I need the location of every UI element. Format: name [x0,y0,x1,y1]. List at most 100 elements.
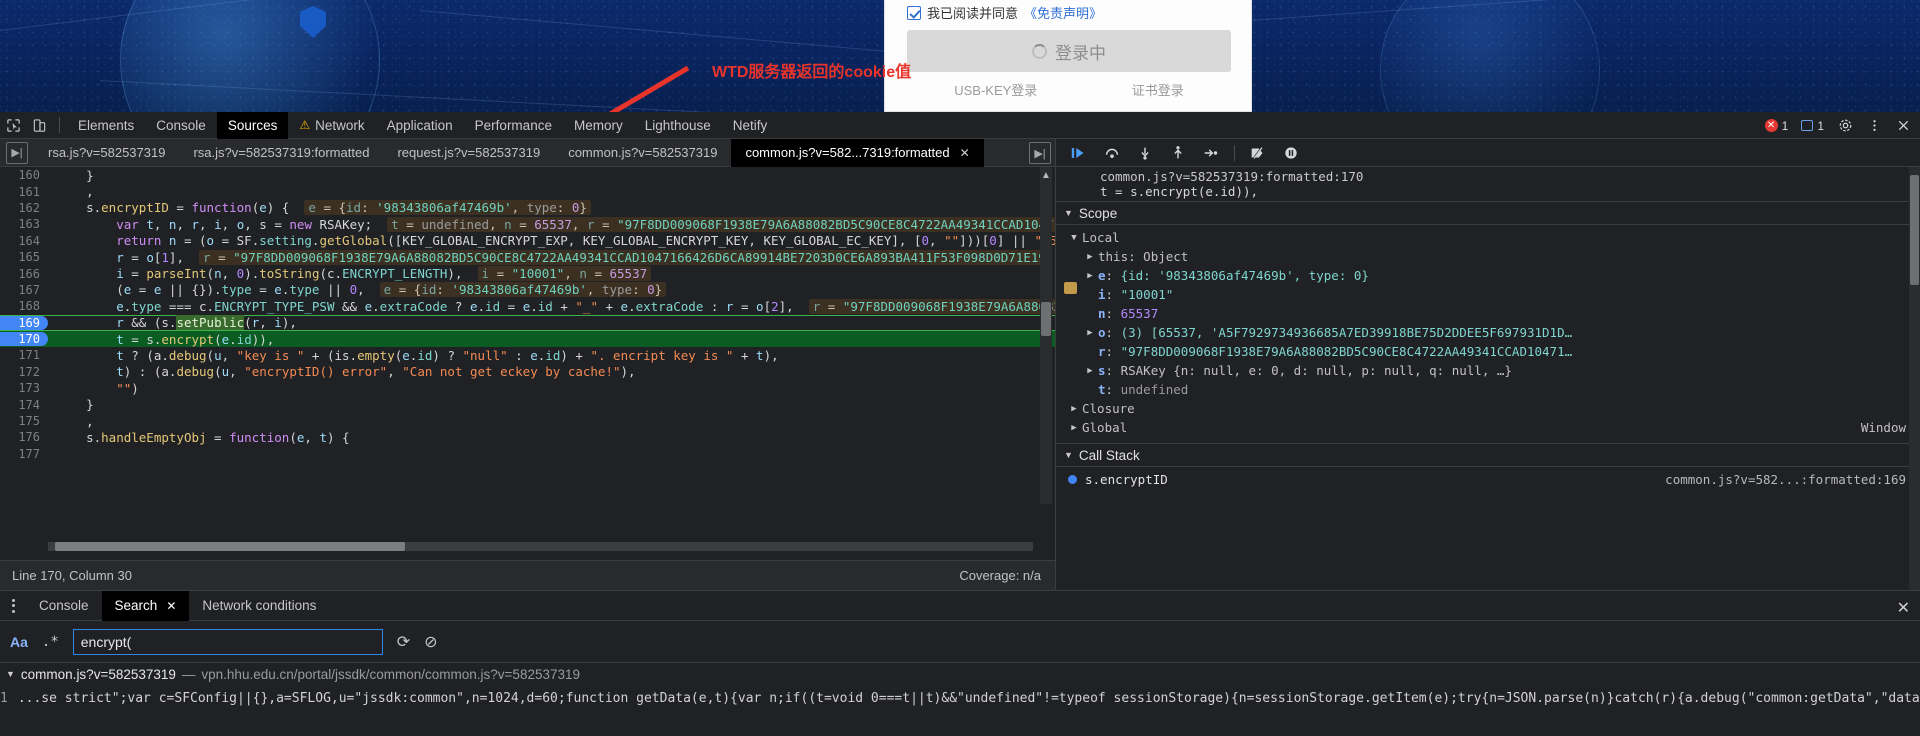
show-debugger-sidebar-icon[interactable]: ▶| [1029,142,1051,164]
scope-var-n[interactable]: n: 65537 [1056,304,1920,323]
more-vertical-icon[interactable] [1861,113,1887,139]
line-number[interactable]: 160 [0,168,48,182]
file-tab-rsa-formatted[interactable]: rsa.js?v=582537319:formatted [179,139,383,167]
line-number-breakpoint[interactable]: 169 [0,315,48,330]
scroll-up-icon[interactable]: ▲ [1041,170,1051,181]
search-input[interactable] [72,628,383,655]
source-code-editor[interactable]: 160 } 161 , 162 s.encryptID = function(e… [0,167,1055,504]
file-tab-common-formatted[interactable]: common.js?v=582...7319:formatted ✕ [731,138,984,167]
chevron-right-icon[interactable]: ▶ [1066,404,1082,414]
file-tab-request[interactable]: request.js?v=582537319 [383,139,554,167]
scope-var-i[interactable]: i: "10001" [1056,285,1920,304]
code-line: 172 t) : (a.debug(u, "encryptID() error"… [0,364,1055,380]
step-out-icon[interactable] [1163,141,1193,165]
more-tools-icon[interactable] [0,598,26,613]
line-number[interactable]: 173 [0,381,48,395]
scope-group-global[interactable]: ▶ Global Window [1056,418,1920,437]
panel-tab-netify[interactable]: Netify [722,112,779,139]
deactivate-breakpoints-icon[interactable] [1243,141,1273,165]
message-count-badge[interactable]: 1 [1796,117,1829,135]
device-toolbar-icon[interactable] [26,112,52,138]
line-number-current[interactable]: 170 [0,332,48,347]
chevron-right-icon[interactable]: ▶ [1082,271,1098,281]
line-number[interactable]: 164 [0,234,48,248]
inspect-icon[interactable] [0,112,26,138]
drawer-tab-console[interactable]: Console [26,591,102,621]
line-number[interactable]: 176 [0,430,48,444]
show-navigator-icon[interactable]: ▶| [6,141,28,164]
error-count-badge[interactable]: ✕ 1 [1760,117,1794,135]
refresh-icon[interactable]: ⟳ [397,632,410,652]
chevron-down-icon: ▼ [6,669,15,679]
regex-icon[interactable]: .* [42,634,59,650]
line-number[interactable]: 163 [0,217,48,231]
step-into-icon[interactable] [1130,141,1160,165]
line-number[interactable]: 177 [0,447,48,461]
line-number[interactable]: 167 [0,283,48,297]
pause-on-exceptions-icon[interactable] [1276,141,1306,165]
search-result-match[interactable]: 1 ...se strict";var c=SFConfig||{},a=SFL… [0,685,1920,711]
line-number[interactable]: 172 [0,365,48,379]
line-number[interactable]: 165 [0,250,48,264]
chevron-right-icon[interactable]: ▶ [1082,328,1098,338]
panel-tab-lighthouse[interactable]: Lighthouse [634,112,722,139]
disclaimer-link[interactable]: 《免责声明》 [1024,3,1102,22]
chevron-right-icon[interactable]: ▶ [1066,423,1082,433]
close-icon[interactable] [1890,113,1916,139]
file-tab-rsa[interactable]: rsa.js?v=582537319 [34,139,179,167]
file-tab-common[interactable]: common.js?v=582537319 [554,139,731,167]
chevron-right-icon[interactable]: ▶ [1082,252,1098,262]
panel-tab-network[interactable]: ⚠ Network [288,112,375,139]
coverage-status[interactable]: Coverage: n/a [959,568,1041,583]
scope-var-e[interactable]: ▶ e: {id: '98343806af47469b', type: 0} [1056,266,1920,285]
panel-tab-console[interactable]: Console [145,112,217,139]
more-tabs-icon[interactable]: ▶| [1029,142,1051,164]
tab-cert-login[interactable]: 证书登录 [1132,80,1184,99]
panel-tab-application[interactable]: Application [376,112,464,139]
line-number[interactable]: 175 [0,414,48,428]
panel-tab-memory[interactable]: Memory [563,112,634,139]
line-number[interactable]: 161 [0,185,48,199]
agreement-checkbox[interactable] [907,5,921,20]
tab-usbkey-login[interactable]: USB-KEY登录 [954,80,1037,99]
match-case-icon[interactable]: Aa [10,634,28,650]
editor-horizontal-scrollbar-thumb[interactable] [55,542,405,551]
line-number[interactable]: 166 [0,267,48,281]
agreement-row[interactable]: 我已阅读并同意 《免责声明》 [907,3,1102,22]
step-over-icon[interactable] [1097,141,1127,165]
scope-var-s[interactable]: ▶ s: RSAKey {n: null, e: 0, d: null, p: … [1056,361,1920,380]
panel-tab-sources[interactable]: Sources [216,111,289,139]
line-number[interactable]: 162 [0,201,48,215]
line-number[interactable]: 168 [0,299,48,313]
callstack-frame[interactable]: s.encryptID common.js?v=582...:formatted… [1056,467,1920,491]
scope-var-this[interactable]: ▶ this: Object [1056,247,1920,266]
drawer-tab-label: Network conditions [202,598,317,613]
close-icon[interactable]: ✕ [166,599,176,613]
resume-icon[interactable] [1064,141,1094,165]
search-result-file[interactable]: ▼ common.js?v=582537319 — vpn.hhu.edu.cn… [0,663,1920,685]
scope-group-closure[interactable]: ▶ Closure [1056,399,1920,418]
var-name: this [1098,249,1129,264]
close-drawer-icon[interactable]: ✕ [1897,598,1910,618]
sidebar-scrollbar-thumb[interactable] [1910,175,1919,285]
panel-tab-elements[interactable]: Elements [67,112,145,139]
scope-section-header[interactable]: ▼ Scope [1056,201,1920,225]
scope-var-t[interactable]: t: undefined [1056,380,1920,399]
chevron-right-icon[interactable]: ▶ [1082,366,1098,376]
scope-var-r[interactable]: r: "97F8DD009068F1938E79A6A88082BD5C90CE… [1056,342,1920,361]
callstack-location: common.js?v=582...:formatted:169 [1665,471,1906,487]
callstack-section-header[interactable]: ▼ Call Stack [1056,443,1920,467]
login-button[interactable]: 登录中 [907,30,1231,72]
panel-tab-performance[interactable]: Performance [464,112,563,139]
close-icon[interactable]: ✕ [960,146,970,160]
gear-icon[interactable] [1832,113,1858,139]
scope-group-local[interactable]: ▼ Local [1056,228,1920,247]
step-icon[interactable] [1196,141,1226,165]
drawer-tab-network-conditions[interactable]: Network conditions [189,591,329,621]
editor-vertical-scrollbar-thumb[interactable] [1041,302,1051,336]
line-number[interactable]: 174 [0,398,48,412]
line-number[interactable]: 171 [0,348,48,362]
drawer-tab-search[interactable]: Search ✕ [101,590,190,621]
clear-icon[interactable]: ⊘ [424,632,437,652]
scope-var-o[interactable]: ▶ o: (3) [65537, 'A5F7929734936685A7ED39… [1056,323,1920,342]
